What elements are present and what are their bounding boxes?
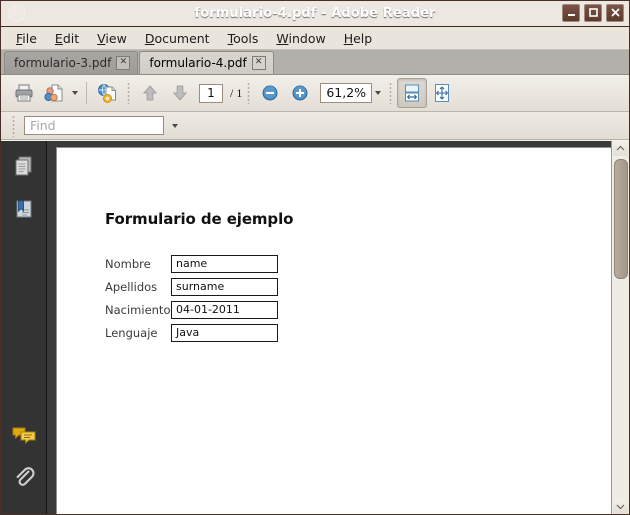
menu-file[interactable]: File [7, 29, 46, 48]
scroll-down-icon[interactable] [613, 499, 628, 514]
field-input-nombre[interactable]: name [171, 254, 278, 273]
window-title: formulario-4.pdf - Adobe Reader [194, 6, 436, 21]
main-toolbar: 1 / 1 61,2% [1, 75, 629, 112]
tab-bar: formulario-3.pdf ✕ formulario-4.pdf ✕ [1, 50, 629, 75]
tab-formulario-4[interactable]: formulario-4.pdf ✕ [139, 51, 274, 74]
form-row: Nombre name [105, 252, 278, 275]
previous-page-button[interactable] [135, 78, 165, 108]
toolbar-separator [86, 82, 87, 104]
menu-bar: File Edit View Document Tools Window Hel… [1, 27, 629, 50]
maximize-button[interactable] [584, 4, 602, 22]
scrollbar-thumb[interactable] [614, 159, 628, 279]
comments-icon[interactable] [9, 421, 39, 451]
search-input[interactable]: Find [24, 116, 164, 135]
tab-close-icon[interactable]: ✕ [251, 56, 266, 70]
form-row: Apellidos surname [105, 275, 278, 298]
form-fields: Nombre name Apellidos surname Nacimiento… [105, 252, 278, 344]
tab-label: formulario-3.pdf [14, 56, 112, 70]
page-number-input[interactable]: 1 [199, 83, 223, 103]
vertical-scrollbar[interactable] [611, 141, 629, 514]
page-total-label: / 1 [230, 85, 243, 100]
title-bar: formulario-4.pdf - Adobe Reader [1, 1, 629, 27]
field-input-nacimiento[interactable]: 04-01-2011 [171, 300, 278, 319]
menu-help[interactable]: Help [335, 29, 382, 48]
scroll-up-icon[interactable] [613, 141, 628, 156]
navigation-panel [1, 141, 47, 514]
zoom-out-button[interactable] [255, 78, 285, 108]
field-label-nombre: Nombre [105, 256, 151, 271]
menu-edit[interactable]: Edit [46, 29, 88, 48]
field-input-lenguaje[interactable]: Java [171, 323, 278, 342]
window-controls [562, 4, 624, 22]
form-row: Nacimiento 04-01-2011 [105, 298, 278, 321]
attachments-icon[interactable] [9, 461, 39, 491]
pages-icon[interactable] [9, 151, 39, 181]
print-button[interactable] [9, 78, 39, 108]
share-document-button[interactable] [39, 78, 69, 108]
fit-page-button[interactable] [427, 78, 457, 108]
web-tools-button[interactable] [92, 78, 122, 108]
tab-close-icon[interactable]: ✕ [116, 56, 131, 70]
main-area: Formulario de ejemplo Nombre name Apelli… [1, 140, 629, 514]
pdf-page: Formulario de ejemplo Nombre name Apelli… [56, 147, 611, 514]
close-button[interactable] [606, 4, 624, 22]
field-input-apellidos[interactable]: surname [171, 277, 278, 296]
field-label-nacimiento: Nacimiento [105, 302, 171, 317]
fit-width-button[interactable] [397, 78, 428, 108]
share-dropdown-icon[interactable] [72, 91, 78, 95]
menu-document[interactable]: Document [136, 29, 219, 48]
next-page-button[interactable] [165, 78, 195, 108]
form-row: Lenguaje Java [105, 321, 278, 344]
find-bar: Find [1, 112, 629, 140]
findbar-grip[interactable] [12, 114, 15, 137]
find-dropdown-icon[interactable] [172, 123, 178, 128]
zoom-in-button[interactable] [285, 78, 315, 108]
menu-tools[interactable]: Tools [219, 29, 268, 48]
adobe-reader-window: formulario-4.pdf - Adobe Reader File Edi… [0, 0, 630, 515]
field-label-apellidos: Apellidos [105, 279, 158, 294]
tab-label: formulario-4.pdf [149, 56, 247, 70]
toolbar-grip[interactable] [127, 82, 130, 104]
toolbar-grip-2[interactable] [247, 82, 251, 104]
document-view[interactable]: Formulario de ejemplo Nombre name Apelli… [47, 141, 611, 514]
page-title: Formulario de ejemplo [105, 210, 294, 228]
field-label-lenguaje: Lenguaje [105, 325, 158, 340]
app-icon [8, 5, 25, 22]
toolbar-grip-3[interactable] [389, 82, 393, 104]
bookmarks-icon[interactable] [9, 194, 39, 224]
menu-window[interactable]: Window [267, 29, 334, 48]
menu-view[interactable]: View [88, 29, 136, 48]
tab-formulario-3[interactable]: formulario-3.pdf ✕ [4, 51, 139, 74]
zoom-dropdown-icon[interactable] [375, 91, 382, 95]
zoom-level-input[interactable]: 61,2% [320, 83, 373, 103]
minimize-button[interactable] [562, 4, 580, 22]
scrollbar-track[interactable] [613, 156, 628, 499]
